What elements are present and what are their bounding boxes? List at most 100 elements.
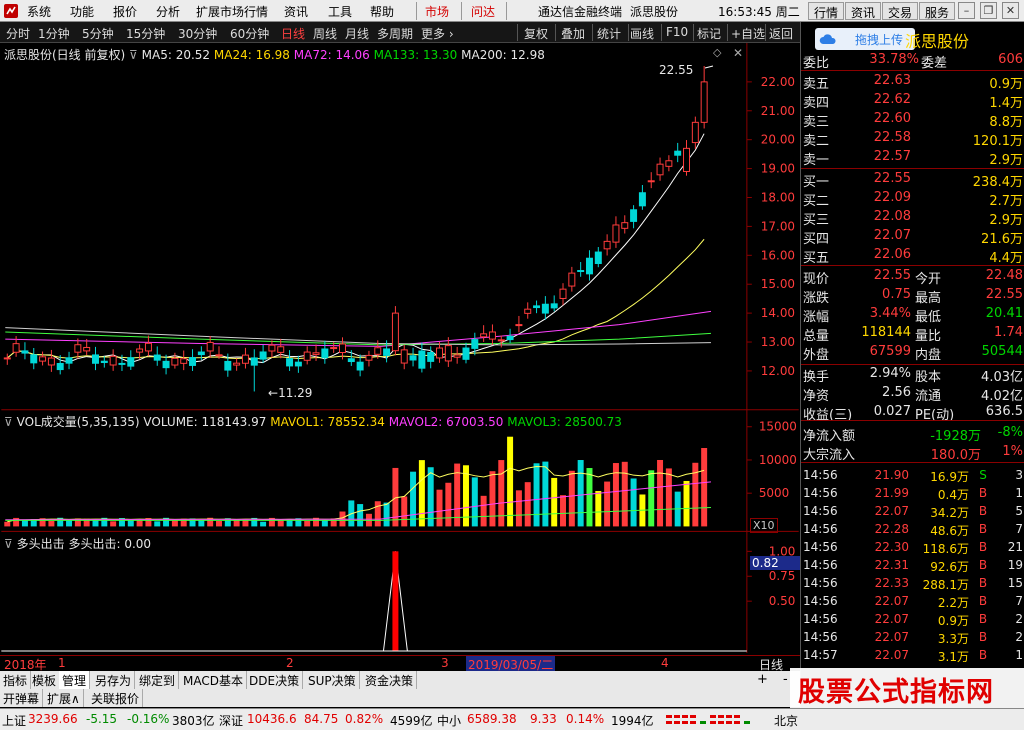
button-add-watchlist[interactable]: +自选 — [731, 25, 765, 42]
tab-sup[interactable]: SUP决策 — [305, 671, 360, 689]
tick-time: 14:56 — [803, 594, 838, 608]
menu-news[interactable]: 资讯 — [284, 3, 308, 20]
index-zx-label[interactable]: 中小 — [437, 712, 461, 729]
price-tick-label: 20.00 — [761, 133, 795, 147]
menu-tools[interactable]: 工具 — [328, 3, 352, 20]
button-overlay[interactable]: 叠加 — [561, 25, 585, 42]
period-intraday[interactable]: 分时 — [6, 25, 30, 42]
period-60min[interactable]: 60分钟 — [230, 25, 269, 42]
tab-dde[interactable]: DDE决策 — [246, 671, 304, 689]
button-quote[interactable]: 行情 — [808, 2, 845, 20]
button-stats[interactable]: 统计 — [597, 25, 621, 42]
legend-toggle-icon[interactable]: ⊽ — [4, 537, 13, 551]
candle-body — [638, 192, 646, 207]
zoom-in-button[interactable]: + — [757, 672, 768, 687]
menu-analysis[interactable]: 分析 — [156, 3, 180, 20]
stat-label: 外盘 — [803, 348, 830, 363]
candle-body — [136, 348, 144, 353]
menu-quote[interactable]: 报价 — [113, 3, 137, 20]
candle-body — [30, 354, 38, 364]
period-monthly[interactable]: 月线 — [345, 25, 369, 42]
volume-title: VOL成交量(5,35,135) — [16, 415, 140, 429]
ask-volume: 2.9万 — [989, 153, 1023, 168]
tab-related-quote[interactable]: 关联报价 — [88, 689, 144, 707]
button-back[interactable]: 返回 — [769, 25, 793, 42]
period-weekly[interactable]: 周线 — [313, 25, 337, 42]
zoom-out-button[interactable]: - — [783, 672, 788, 687]
candle-body — [462, 347, 470, 360]
tab-macd[interactable]: MACD基本 — [180, 671, 247, 689]
tick-volume: 48.6万 — [930, 524, 969, 538]
kline-chart[interactable]: 22.00 21.00 20.00 19.00 18.00 17.00 16.00 15.00… — [0, 43, 800, 653]
button-service[interactable]: 服务 — [919, 2, 956, 20]
bid-row: 买三 22.08 2.9万 — [801, 208, 1024, 228]
candle-body — [250, 357, 258, 366]
stat-label: 总量 — [803, 329, 830, 344]
tick-row: 14:56 22.07 0.9万 B 2 — [801, 610, 1024, 628]
period-more[interactable]: 更多 › — [421, 25, 454, 42]
minimize-icon[interactable]: – — [958, 2, 975, 19]
candle-body — [321, 348, 329, 359]
index-sz-label[interactable]: 深证 — [219, 712, 243, 729]
index-sh-value: 3239.66 — [28, 712, 78, 726]
ask-label: 卖一 — [803, 153, 830, 168]
flow-value: -1928万 — [930, 429, 981, 444]
period-1min[interactable]: 1分钟 — [38, 25, 70, 42]
menu-extended-market[interactable]: 扩展市场行情 — [196, 3, 268, 20]
button-mark[interactable]: 标记 — [697, 25, 721, 42]
close-chart-icon[interactable]: ✕ — [733, 46, 743, 60]
period-30min[interactable]: 30分钟 — [178, 25, 217, 42]
period-5min[interactable]: 5分钟 — [82, 25, 114, 42]
tab-wenda[interactable]: 问达 — [471, 3, 495, 20]
tab-danmaku[interactable]: 开弹幕 — [0, 689, 44, 707]
volume-bar — [154, 521, 161, 527]
tick-count: 2 — [1015, 630, 1023, 644]
upload-button[interactable]: 拖拽上传 — [815, 28, 915, 50]
legend-toggle-icon[interactable]: ⊽ — [129, 48, 138, 62]
candle-body — [550, 303, 558, 309]
tab-extend[interactable]: 扩展∧ — [44, 689, 84, 707]
period-multi[interactable]: 多周期 — [377, 25, 413, 42]
candle-body — [577, 270, 585, 273]
tab-template[interactable]: 模板 — [29, 671, 61, 689]
volume-tick-label: 15000 — [759, 420, 797, 434]
button-draw[interactable]: 画线 — [630, 25, 654, 42]
period-daily[interactable]: 日线 — [281, 25, 305, 42]
tab-indicator[interactable]: 指标 — [0, 671, 32, 689]
tick-count: 21 — [1007, 540, 1023, 554]
volume-unit: X10 — [750, 518, 778, 533]
stat-row: 涨跌 0.75 最高 22.55 — [801, 286, 1024, 306]
restore-icon[interactable]: ❐ — [980, 2, 997, 19]
legend-toggle-icon[interactable]: ⊽ — [4, 415, 13, 429]
tab-fund[interactable]: 资金决策 — [362, 671, 418, 689]
stat-row: 涨幅 3.44% 最低 20.41 — [801, 305, 1024, 325]
button-news[interactable]: 资讯 — [845, 2, 882, 20]
price-tick-label: 14.00 — [761, 306, 795, 320]
volume-bar — [595, 490, 602, 527]
tab-manage[interactable]: 管理 — [59, 671, 91, 689]
button-fuquan[interactable]: 复权 — [524, 25, 548, 42]
period-15min[interactable]: 15分钟 — [126, 25, 165, 42]
volume-bar — [498, 460, 505, 527]
volume-bar — [260, 521, 267, 527]
diamond-icon[interactable]: ◇ — [713, 46, 721, 59]
menu-help[interactable]: 帮助 — [370, 3, 394, 20]
tab-market[interactable]: 市场 — [425, 3, 449, 20]
bid-volume: 21.6万 — [981, 232, 1023, 247]
menu-function[interactable]: 功能 — [70, 3, 94, 20]
button-trade[interactable]: 交易 — [882, 2, 919, 20]
close-icon[interactable]: ✕ — [1002, 2, 1019, 19]
tab-save-as[interactable]: 另存为 — [92, 671, 136, 689]
volume-bar — [515, 490, 522, 527]
menu-system[interactable]: 系统 — [27, 3, 51, 20]
button-f10[interactable]: F10 — [666, 25, 688, 39]
candle-body — [471, 339, 479, 349]
index-sh-label[interactable]: 上证 — [2, 712, 26, 729]
tab-bind-to[interactable]: 绑定到 — [136, 671, 180, 689]
candle-body — [83, 346, 91, 352]
candle-body — [691, 121, 699, 144]
flow-row: 大宗流入 180.0万 1% — [801, 443, 1024, 463]
stat-value: 118144 — [861, 325, 911, 340]
ask-volume: 0.9万 — [989, 77, 1023, 92]
tick-time: 14:56 — [803, 486, 838, 500]
